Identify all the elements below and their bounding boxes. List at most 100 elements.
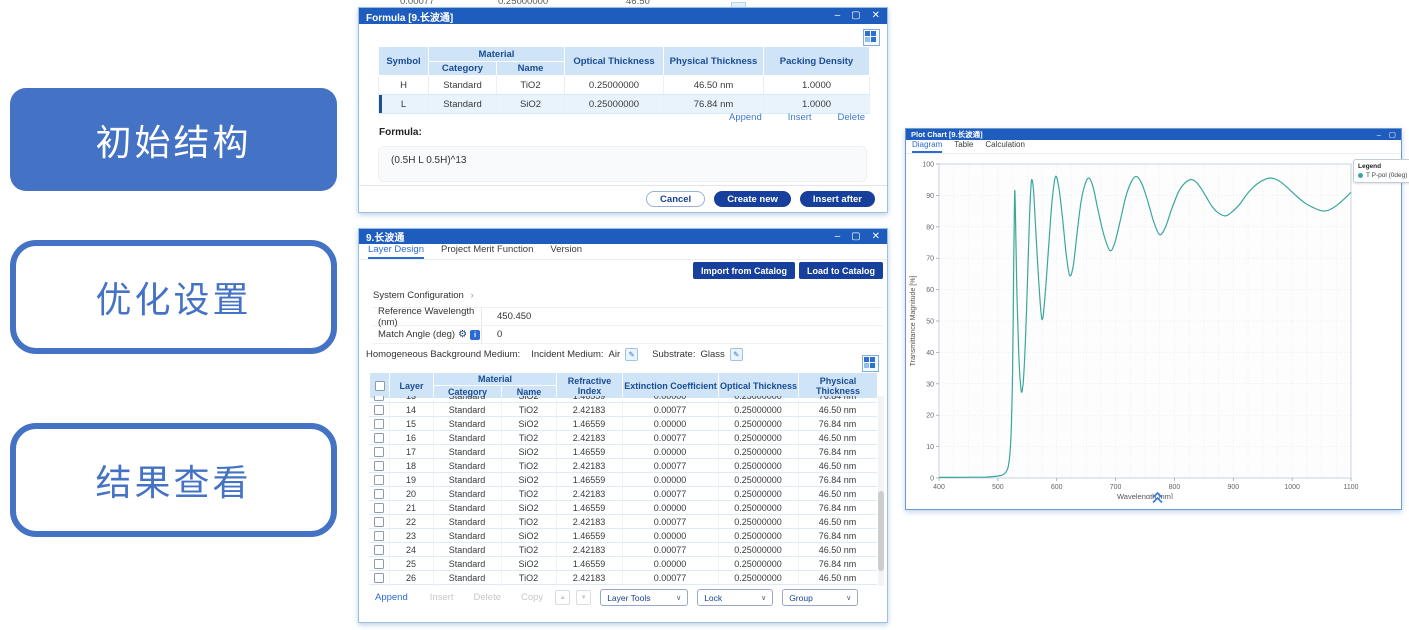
- tab-project-merit-function[interactable]: Project Merit Function: [441, 244, 533, 259]
- formula-value: (0.5H L 0.5H)^13: [391, 155, 466, 166]
- layer-row[interactable]: 26StandardTiO22.421830.000770.2500000046…: [369, 571, 877, 585]
- cell: 0.25000000: [565, 76, 664, 95]
- expand-panel-chevron[interactable]: [1152, 491, 1163, 509]
- step-button-view-results[interactable]: 结果查看: [10, 423, 337, 537]
- table-settings-icon[interactable]: [862, 355, 879, 372]
- lock-dropdown[interactable]: Lock ∨: [697, 589, 773, 606]
- cell: Standard: [433, 403, 501, 417]
- tab-calculation[interactable]: Calculation: [985, 140, 1025, 153]
- append-link[interactable]: Append: [375, 592, 408, 603]
- row-checkbox[interactable]: [374, 405, 384, 415]
- cancel-button[interactable]: Cancel: [646, 191, 705, 207]
- reference-wavelength-field[interactable]: 450.450: [481, 308, 883, 325]
- tab-table[interactable]: Table: [954, 140, 973, 153]
- formula-dialog-title: Formula [9.长波通]: [366, 9, 453, 24]
- dropdown-label: Lock: [704, 593, 722, 603]
- cell: 0.00000: [622, 557, 718, 571]
- layer-row[interactable]: 15StandardSiO21.465590.000000.2500000076…: [369, 417, 877, 431]
- close-icon[interactable]: ✕: [872, 11, 880, 21]
- minimize-icon[interactable]: –: [1377, 131, 1381, 139]
- cell: TiO2: [501, 459, 556, 473]
- minimize-icon[interactable]: –: [835, 11, 841, 21]
- layer-row[interactable]: 22StandardTiO22.421830.000770.2500000046…: [369, 515, 877, 529]
- column-header: Packing Density: [764, 47, 870, 76]
- background-cell: 46.50: [626, 0, 650, 7]
- layer-row[interactable]: 17StandardSiO21.465590.000000.2500000076…: [369, 445, 877, 459]
- dropdown-label: Group: [789, 593, 813, 603]
- scrollbar-thumb[interactable]: [878, 491, 884, 571]
- row-checkbox[interactable]: [374, 545, 384, 555]
- design-window-titlebar: 9.长波通 – ▢ ✕: [359, 229, 887, 244]
- row-checkbox[interactable]: [374, 503, 384, 513]
- maximize-icon[interactable]: ▢: [851, 232, 860, 242]
- row-checkbox[interactable]: [374, 489, 384, 499]
- import-from-catalog-button[interactable]: Import from Catalog: [693, 262, 795, 279]
- layer-row[interactable]: 24StandardTiO22.421830.000770.2500000046…: [369, 543, 877, 557]
- row-checkbox[interactable]: [374, 573, 384, 583]
- move-up-button[interactable]: ▲: [555, 590, 570, 605]
- system-configuration-toggle[interactable]: System Configuration ›: [373, 290, 474, 301]
- row-checkbox[interactable]: [374, 433, 384, 443]
- cell: 0.25000000: [718, 515, 798, 529]
- cell: 2.42183: [556, 459, 622, 473]
- delete-link[interactable]: Delete: [838, 112, 865, 123]
- move-down-button[interactable]: ▼: [576, 590, 591, 605]
- row-checkbox[interactable]: [374, 517, 384, 527]
- step-button-initial-structure[interactable]: 初始结构: [10, 88, 337, 191]
- create-new-button[interactable]: Create new: [714, 191, 791, 207]
- select-all-checkbox[interactable]: [375, 381, 385, 391]
- row-checkbox[interactable]: [374, 419, 384, 429]
- row-checkbox[interactable]: [374, 447, 384, 457]
- row-checkbox[interactable]: [374, 531, 384, 541]
- insert-after-button[interactable]: Insert after: [800, 191, 875, 207]
- edit-substrate-icon[interactable]: ✎: [730, 348, 743, 361]
- formula-materials-table: Symbol Material Optical Thickness Physic…: [378, 46, 870, 114]
- layer-row[interactable]: 20StandardTiO22.421830.000770.2500000046…: [369, 487, 877, 501]
- table-settings-icon[interactable]: [863, 29, 880, 46]
- cell: 0.00077: [622, 431, 718, 445]
- table-scrollbar[interactable]: [878, 396, 884, 586]
- layer-row[interactable]: 16StandardTiO22.421830.000770.2500000046…: [369, 431, 877, 445]
- cell: 46.50 nm: [798, 459, 877, 473]
- match-angle-row: Match Angle (deg) ⚙ i 0: [373, 326, 883, 344]
- layer-tools-dropdown[interactable]: Layer Tools ∨: [600, 589, 688, 606]
- tab-diagram[interactable]: Diagram: [912, 140, 942, 153]
- layer-row[interactable]: 21StandardSiO21.465590.000000.2500000076…: [369, 501, 877, 515]
- delete-link[interactable]: Delete: [474, 592, 501, 603]
- load-to-catalog-button[interactable]: Load to Catalog: [799, 262, 883, 279]
- row-checkbox[interactable]: [374, 461, 384, 471]
- edit-incident-medium-icon[interactable]: ✎: [625, 348, 638, 361]
- close-icon[interactable]: ✕: [872, 232, 880, 242]
- copy-link[interactable]: Copy: [521, 592, 543, 603]
- layer-row[interactable]: 14StandardTiO22.421830.000770.2500000046…: [369, 403, 877, 417]
- formula-row[interactable]: HStandardTiO20.2500000046.50 nm1.0000: [379, 76, 870, 95]
- chevron-down-icon: ∨: [846, 594, 851, 602]
- layer-row[interactable]: 25StandardSiO21.465590.000000.2500000076…: [369, 557, 877, 571]
- append-link[interactable]: Append: [729, 112, 762, 123]
- tab-version[interactable]: Version: [550, 244, 582, 259]
- minimize-icon[interactable]: –: [835, 232, 841, 242]
- row-checkbox[interactable]: [374, 396, 384, 401]
- formula-input[interactable]: (0.5H L 0.5H)^13: [378, 146, 867, 182]
- row-checkbox[interactable]: [374, 475, 384, 485]
- insert-link[interactable]: Insert: [430, 592, 454, 603]
- cell: 2.42183: [556, 571, 622, 585]
- maximize-icon[interactable]: ▢: [851, 11, 860, 21]
- layer-row[interactable]: 18StandardTiO22.421830.000770.2500000046…: [369, 459, 877, 473]
- match-angle-field[interactable]: 0: [481, 326, 883, 343]
- cell: 0.25000000: [718, 403, 798, 417]
- formula-table-actions: Append Insert Delete: [729, 112, 865, 123]
- info-icon[interactable]: i: [470, 330, 480, 340]
- layer-row[interactable]: 23StandardSiO21.465590.000000.2500000076…: [369, 529, 877, 543]
- group-dropdown[interactable]: Group ∨: [782, 589, 858, 606]
- maximize-icon[interactable]: ▢: [1389, 131, 1396, 139]
- tab-layer-design[interactable]: Layer Design: [368, 244, 424, 259]
- step-button-optimization-settings[interactable]: 优化设置: [10, 240, 337, 354]
- formula-row[interactable]: LStandardSiO20.2500000076.84 nm1.0000: [379, 95, 870, 114]
- layer-row[interactable]: 27StandardSiO21.465590.000000.1250000038…: [369, 585, 877, 587]
- layer-row[interactable]: 19StandardSiO21.465590.000000.2500000076…: [369, 473, 877, 487]
- formula-dialog: Formula [9.长波通] – ▢ ✕ Symbol Material Op…: [358, 7, 888, 213]
- gear-icon[interactable]: ⚙: [458, 330, 467, 340]
- insert-link[interactable]: Insert: [788, 112, 812, 123]
- row-checkbox[interactable]: [374, 559, 384, 569]
